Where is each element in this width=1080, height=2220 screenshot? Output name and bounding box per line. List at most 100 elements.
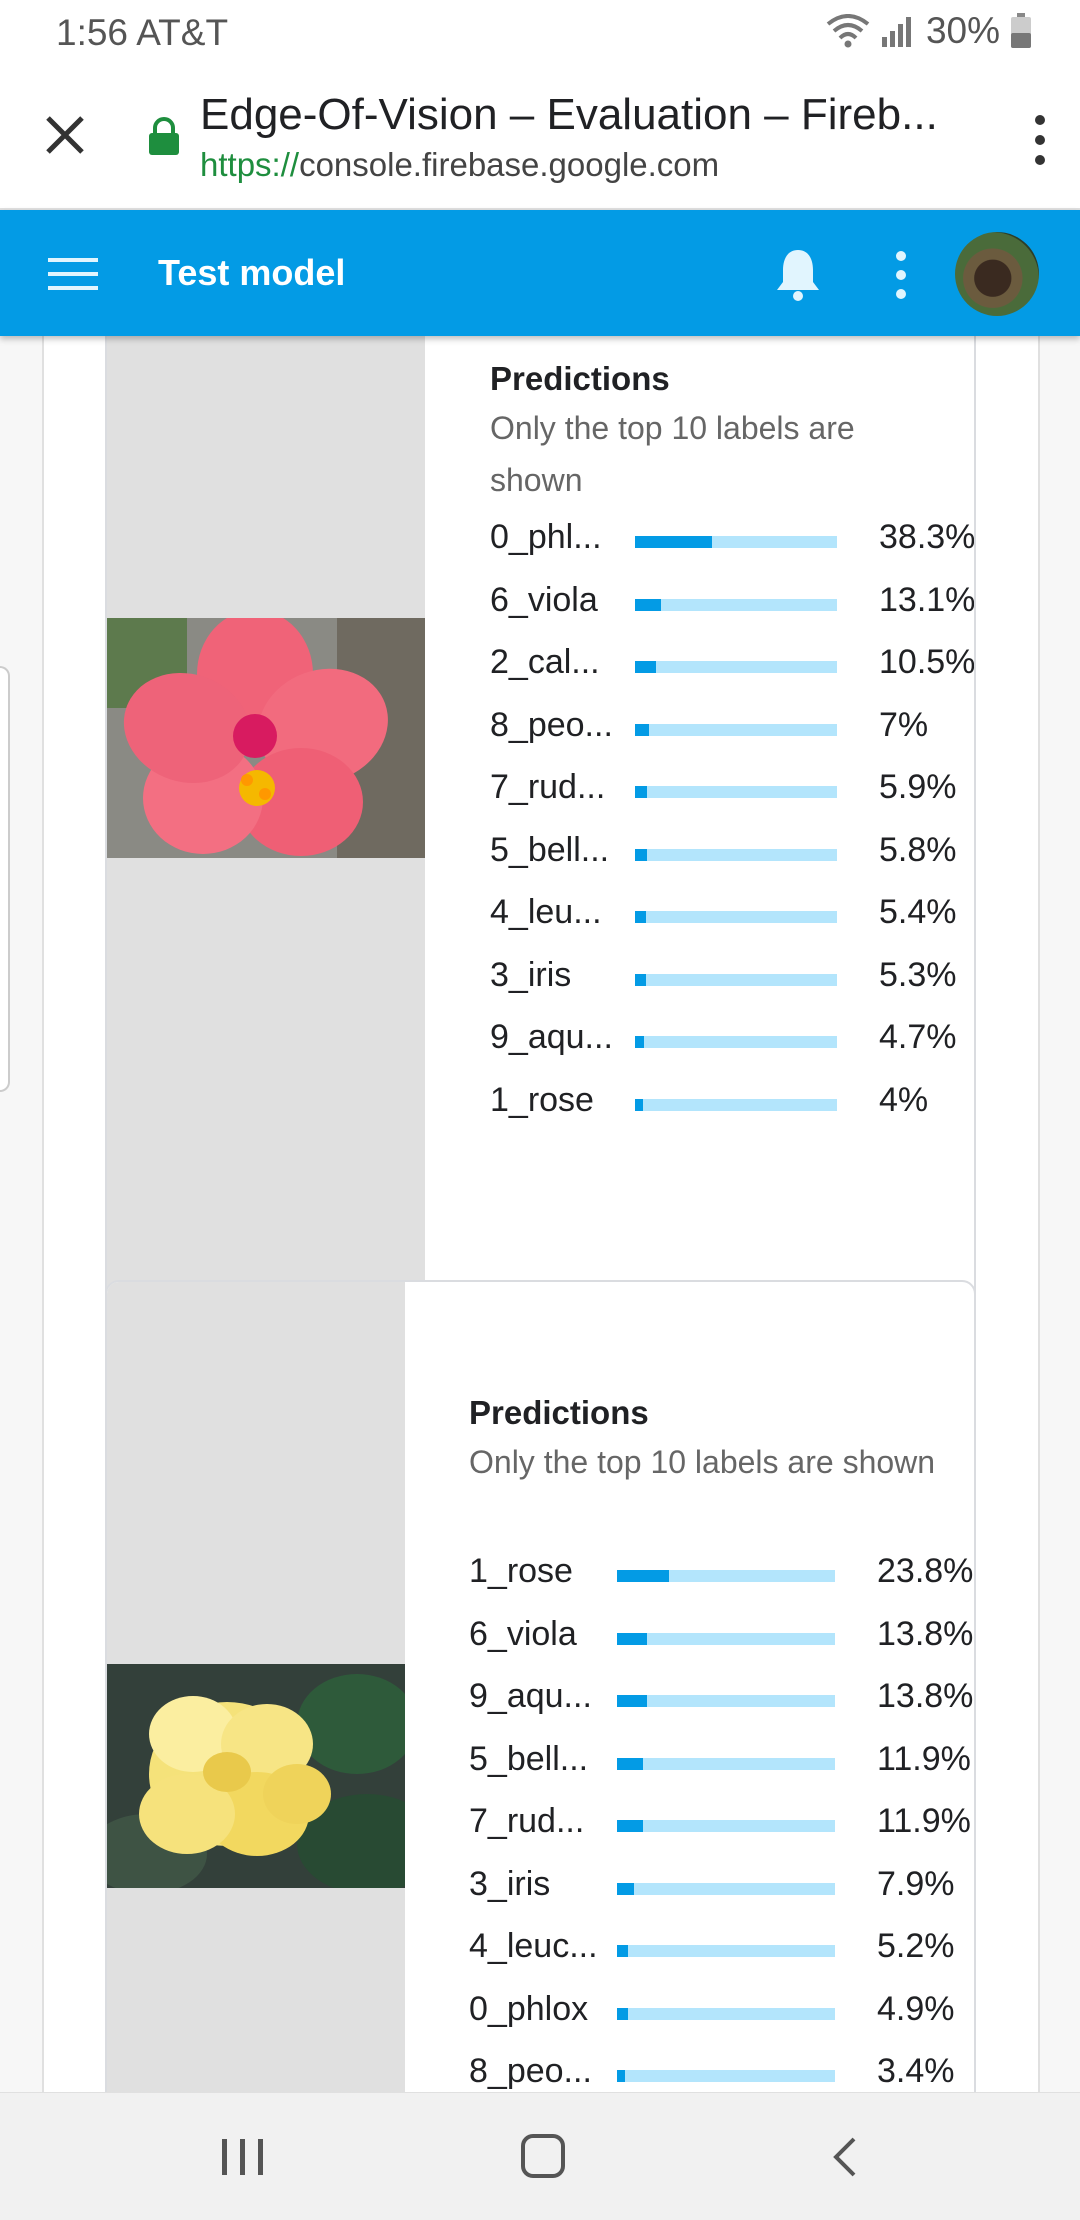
- pink-hibiscus-image: [107, 618, 425, 858]
- prediction-row: 4_leu... 5.4%: [490, 883, 974, 945]
- prediction-row: 5_bell... 11.9%: [469, 1730, 974, 1792]
- prediction-label: 6_viola: [469, 1614, 577, 1653]
- confidence-bar-fill: [617, 1632, 648, 1645]
- confidence-bar-track: [617, 2070, 835, 2082]
- confidence-bar-fill: [635, 1036, 645, 1048]
- browser-toolbar: Edge-Of-Vision – Evaluation – Fireb... h…: [0, 66, 1080, 210]
- side-panel-handle[interactable]: [0, 666, 10, 1092]
- prediction-card: Predictions Only the top 10 labels are s…: [105, 1280, 976, 2092]
- predictions-title: Predictions: [469, 1394, 649, 1431]
- predictions-panel: Predictions Only the top 10 labels are s…: [469, 1394, 969, 1488]
- confidence-bar-track: [635, 911, 837, 923]
- prediction-row: 6_viola 13.1%: [490, 571, 976, 633]
- prediction-row: 7_rud... 5.9%: [490, 758, 974, 820]
- browser-menu-icon[interactable]: [1028, 114, 1052, 166]
- close-icon[interactable]: [40, 110, 90, 160]
- prediction-row: 0_phl... 38.3%: [490, 508, 976, 570]
- prediction-row: 2_cal... 10.5%: [490, 633, 976, 695]
- confidence-bar-track: [617, 2007, 835, 2020]
- confidence-bar-track: [617, 1632, 835, 1645]
- confidence-bar-track: [635, 786, 837, 798]
- confidence-bar-fill: [635, 661, 657, 673]
- prediction-row: 7_rud... 11.9%: [469, 1792, 974, 1854]
- confidence-bar-track: [617, 1757, 835, 1770]
- browser-url[interactable]: https://console.firebase.google.com: [200, 146, 719, 184]
- confidence-bar-track: [635, 723, 837, 736]
- confidence-bar-track: [617, 1882, 835, 1895]
- prediction-label: 5_bell...: [490, 830, 610, 869]
- prediction-percent: 23.8%: [877, 1552, 974, 1590]
- back-icon[interactable]: [828, 2135, 860, 2179]
- prediction-label: 2_cal...: [490, 643, 600, 681]
- confidence-bar-fill: [617, 1695, 648, 1707]
- confidence-bar-fill: [635, 786, 647, 798]
- url-host: console.firebase.google.com: [299, 146, 720, 183]
- prediction-row: 4_leuc... 5.2%: [469, 1917, 974, 1979]
- prediction-percent: 4.9%: [877, 1989, 955, 2028]
- wifi-icon: [826, 14, 870, 48]
- recent-apps-icon[interactable]: [220, 2137, 266, 2177]
- more-options-icon[interactable]: [893, 250, 909, 300]
- prediction-label: 6_viola: [490, 580, 598, 619]
- status-icons: 30%: [826, 10, 1032, 52]
- prediction-percent: 5.2%: [877, 1927, 955, 1965]
- prediction-percent: 13.1%: [879, 580, 976, 619]
- prediction-label: 3_iris: [469, 1864, 551, 1903]
- prediction-row: 3_iris 7.9%: [469, 1855, 974, 1917]
- home-icon[interactable]: [520, 2133, 566, 2179]
- signal-icon: [881, 17, 911, 47]
- yellow-begonia-image: [107, 1664, 405, 1888]
- predictions-panel: Predictions Only the top 10 labels are s…: [490, 360, 970, 506]
- confidence-bar-track: [617, 1570, 835, 1582]
- confidence-bar-track: [635, 848, 837, 861]
- confidence-bar-fill: [617, 1757, 643, 1770]
- prediction-percent: 11.9%: [877, 1739, 971, 1778]
- confidence-bar-track: [635, 1036, 837, 1048]
- prediction-label: 5_bell...: [469, 1739, 589, 1778]
- confidence-bar-fill: [617, 1945, 629, 1957]
- confidence-bar-fill: [617, 1820, 643, 1832]
- predictions-subtitle: Only the top 10 labels are shown: [490, 410, 855, 498]
- confidence-bar-fill: [635, 598, 662, 611]
- prediction-label: 3_iris: [490, 955, 572, 994]
- page-title: Test model: [158, 252, 346, 293]
- prediction-percent: 3.4%: [877, 2052, 955, 2090]
- confidence-bar-fill: [635, 973, 646, 986]
- confidence-bar-track: [635, 1098, 837, 1111]
- user-avatar[interactable]: [955, 232, 1039, 316]
- confidence-bar-track: [617, 1820, 835, 1832]
- system-nav-bar: [0, 2092, 1080, 2220]
- notifications-bell-icon[interactable]: [773, 246, 823, 302]
- prediction-row: 9_aqu... 13.8%: [469, 1667, 974, 1729]
- confidence-bar-fill: [635, 1098, 644, 1111]
- confidence-bar-track: [635, 598, 837, 611]
- prediction-row: 1_rose 4%: [490, 1071, 974, 1133]
- prediction-label: 7_rud...: [490, 768, 606, 806]
- prediction-label: 8_peo...: [469, 2052, 592, 2090]
- app-bar: Test model: [0, 210, 1080, 336]
- prediction-label: 0_phlox: [469, 1989, 589, 2028]
- url-scheme: https://: [200, 146, 300, 183]
- prediction-label: 8_peo...: [490, 705, 613, 744]
- prediction-label: 9_aqu...: [469, 1677, 592, 1715]
- prediction-percent: 38.3%: [879, 518, 976, 556]
- prediction-row: 9_aqu... 4.7%: [490, 1008, 974, 1070]
- prediction-label: 9_aqu...: [490, 1018, 613, 1056]
- confidence-bar-fill: [635, 536, 713, 548]
- prediction-percent: 13.8%: [877, 1677, 974, 1715]
- hamburger-menu-icon[interactable]: [48, 254, 98, 294]
- confidence-bar-track: [635, 536, 837, 548]
- confidence-bar-fill: [617, 2007, 628, 2020]
- battery-icon: [1011, 13, 1031, 48]
- prediction-percent: 5.8%: [879, 830, 957, 869]
- prediction-label: 1_rose: [469, 1552, 573, 1590]
- predictions-title: Predictions: [490, 360, 670, 397]
- prediction-row: 5_bell... 5.8%: [490, 821, 974, 883]
- confidence-bar-track: [635, 973, 837, 986]
- prediction-percent: 4.7%: [879, 1018, 957, 1056]
- main-content[interactable]: Predictions Only the top 10 labels are s…: [0, 336, 1080, 2092]
- prediction-label: 7_rud...: [469, 1802, 585, 1840]
- confidence-bar-fill: [635, 848, 647, 861]
- browser-page-title[interactable]: Edge-Of-Vision – Evaluation – Fireb...: [200, 90, 960, 140]
- prediction-percent: 10.5%: [879, 643, 976, 681]
